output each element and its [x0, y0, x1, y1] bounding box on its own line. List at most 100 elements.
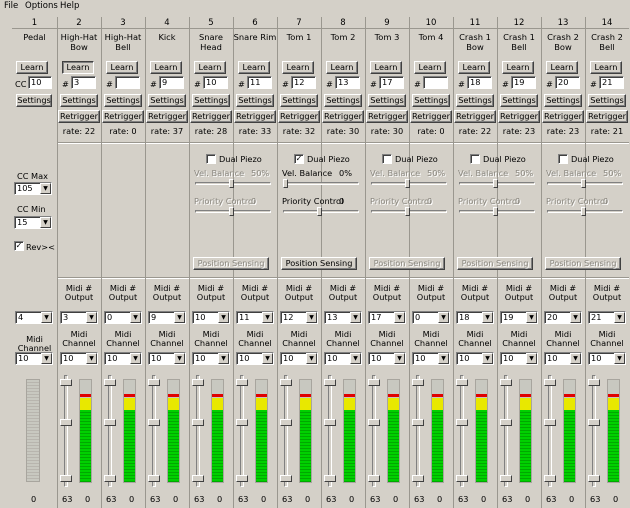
settings-button[interactable]: Settings: [412, 94, 450, 107]
chevron-down-icon[interactable]: ▼: [526, 353, 537, 364]
position-sensing-button[interactable]: Position Sensing: [193, 257, 269, 270]
midi-channel-select[interactable]: 10 ▼: [148, 352, 186, 365]
retrigger-button[interactable]: Retrigger: [542, 110, 584, 123]
midi-channel-select[interactable]: 10 ▼: [368, 352, 406, 365]
fader-top-thumb[interactable]: [368, 379, 380, 386]
chevron-down-icon[interactable]: ▼: [350, 353, 361, 364]
chevron-down-icon[interactable]: ▼: [174, 312, 185, 323]
rev-checkbox[interactable]: ✓: [14, 241, 24, 251]
note-number-field[interactable]: 11: [247, 76, 272, 89]
velocity-fader-track[interactable]: [548, 375, 552, 487]
midi-channel-select[interactable]: 10 ▼: [60, 352, 98, 365]
position-sensing-button[interactable]: Position Sensing: [457, 257, 533, 270]
settings-button[interactable]: Settings: [588, 94, 626, 107]
vel-balance-thumb[interactable]: [493, 179, 498, 188]
learn-button[interactable]: Learn: [150, 61, 182, 74]
note-number-field[interactable]: 9: [159, 76, 184, 89]
note-number-field[interactable]: [423, 76, 448, 89]
chevron-down-icon[interactable]: ▼: [130, 312, 141, 323]
midi-output-select[interactable]: 12 ▼: [280, 311, 318, 324]
midi-output-select[interactable]: 4 ▼: [15, 311, 53, 324]
fader-mid-thumb[interactable]: [368, 419, 380, 426]
midi-channel-select[interactable]: 10 ▼: [324, 352, 362, 365]
velocity-fader-track[interactable]: [284, 375, 288, 487]
midi-output-select[interactable]: 9 ▼: [148, 311, 186, 324]
fader-bottom-thumb[interactable]: [368, 475, 380, 482]
fader-bottom-thumb[interactable]: [192, 475, 204, 482]
cc-min-select[interactable]: 15 ▼: [14, 216, 52, 229]
note-number-field[interactable]: 19: [511, 76, 536, 89]
retrigger-button[interactable]: Retrigger: [366, 110, 408, 123]
velocity-fader-track[interactable]: [196, 375, 200, 487]
retrigger-button[interactable]: Retrigger: [146, 110, 188, 123]
chevron-down-icon[interactable]: ▼: [306, 312, 317, 323]
settings-button[interactable]: Settings: [368, 94, 406, 107]
dual-piezo-checkbox[interactable]: [382, 154, 392, 164]
fader-bottom-thumb[interactable]: [148, 475, 160, 482]
fader-bottom-thumb[interactable]: [324, 475, 336, 482]
midi-output-select[interactable]: 21 ▼: [588, 311, 626, 324]
chevron-down-icon[interactable]: ▼: [262, 353, 273, 364]
chevron-down-icon[interactable]: ▼: [438, 353, 449, 364]
fader-top-thumb[interactable]: [148, 379, 160, 386]
retrigger-button[interactable]: Retrigger: [102, 110, 144, 123]
cc-max-select[interactable]: 105 ▼: [14, 182, 52, 195]
learn-button[interactable]: Learn: [16, 61, 48, 74]
vel-balance-thumb[interactable]: [405, 179, 410, 188]
settings-button[interactable]: Settings: [236, 94, 274, 107]
settings-button[interactable]: Settings: [324, 94, 362, 107]
chevron-down-icon[interactable]: ▼: [262, 312, 273, 323]
vel-balance-thumb[interactable]: [229, 179, 234, 188]
note-number-field[interactable]: 12: [291, 76, 316, 89]
priority-thumb[interactable]: [493, 207, 498, 216]
fader-mid-thumb[interactable]: [324, 419, 336, 426]
midi-channel-select[interactable]: 10 ▼: [192, 352, 230, 365]
fader-mid-thumb[interactable]: [588, 419, 600, 426]
velocity-fader-track[interactable]: [152, 375, 156, 487]
fader-mid-thumb[interactable]: [544, 419, 556, 426]
fader-mid-thumb[interactable]: [104, 419, 116, 426]
retrigger-button[interactable]: Retrigger: [498, 110, 540, 123]
settings-button[interactable]: Settings: [148, 94, 186, 107]
fader-mid-thumb[interactable]: [412, 419, 424, 426]
settings-button[interactable]: Settings: [192, 94, 230, 107]
velocity-fader-track[interactable]: [240, 375, 244, 487]
midi-output-select[interactable]: 20 ▼: [544, 311, 582, 324]
menu-help[interactable]: Help: [60, 1, 79, 11]
position-sensing-button[interactable]: Position Sensing: [545, 257, 621, 270]
fader-bottom-thumb[interactable]: [60, 475, 72, 482]
settings-button[interactable]: Settings: [16, 94, 52, 107]
fader-top-thumb[interactable]: [412, 379, 424, 386]
fader-top-thumb[interactable]: [236, 379, 248, 386]
fader-top-thumb[interactable]: [60, 379, 72, 386]
note-number-field[interactable]: 3: [71, 76, 96, 89]
midi-channel-select[interactable]: 10 ▼: [280, 352, 318, 365]
fader-top-thumb[interactable]: [588, 379, 600, 386]
fader-top-thumb[interactable]: [104, 379, 116, 386]
learn-button[interactable]: Learn: [326, 61, 358, 74]
note-number-field[interactable]: [115, 76, 140, 89]
priority-thumb[interactable]: [317, 207, 322, 216]
fader-mid-thumb[interactable]: [500, 419, 512, 426]
note-number-field[interactable]: 20: [555, 76, 580, 89]
chevron-down-icon[interactable]: ▼: [350, 312, 361, 323]
velocity-fader-track[interactable]: [592, 375, 596, 487]
settings-button[interactable]: Settings: [500, 94, 538, 107]
position-sensing-button[interactable]: Position Sensing: [281, 257, 357, 270]
velocity-fader-track[interactable]: [460, 375, 464, 487]
fader-top-thumb[interactable]: [456, 379, 468, 386]
learn-button[interactable]: Learn: [238, 61, 270, 74]
midi-output-select[interactable]: 18 ▼: [456, 311, 494, 324]
midi-output-select[interactable]: 17 ▼: [368, 311, 406, 324]
retrigger-button[interactable]: Retrigger: [190, 110, 232, 123]
midi-output-select[interactable]: 19 ▼: [500, 311, 538, 324]
learn-button[interactable]: Learn: [282, 61, 314, 74]
learn-button[interactable]: Learn: [502, 61, 534, 74]
dual-piezo-checkbox[interactable]: [558, 154, 568, 164]
velocity-fader-track[interactable]: [416, 375, 420, 487]
retrigger-button[interactable]: Retrigger: [410, 110, 452, 123]
cc-number-field[interactable]: 10: [28, 76, 52, 89]
fader-bottom-thumb[interactable]: [456, 475, 468, 482]
midi-output-select[interactable]: 3 ▼: [60, 311, 98, 324]
midi-output-select[interactable]: 0 ▼: [104, 311, 142, 324]
